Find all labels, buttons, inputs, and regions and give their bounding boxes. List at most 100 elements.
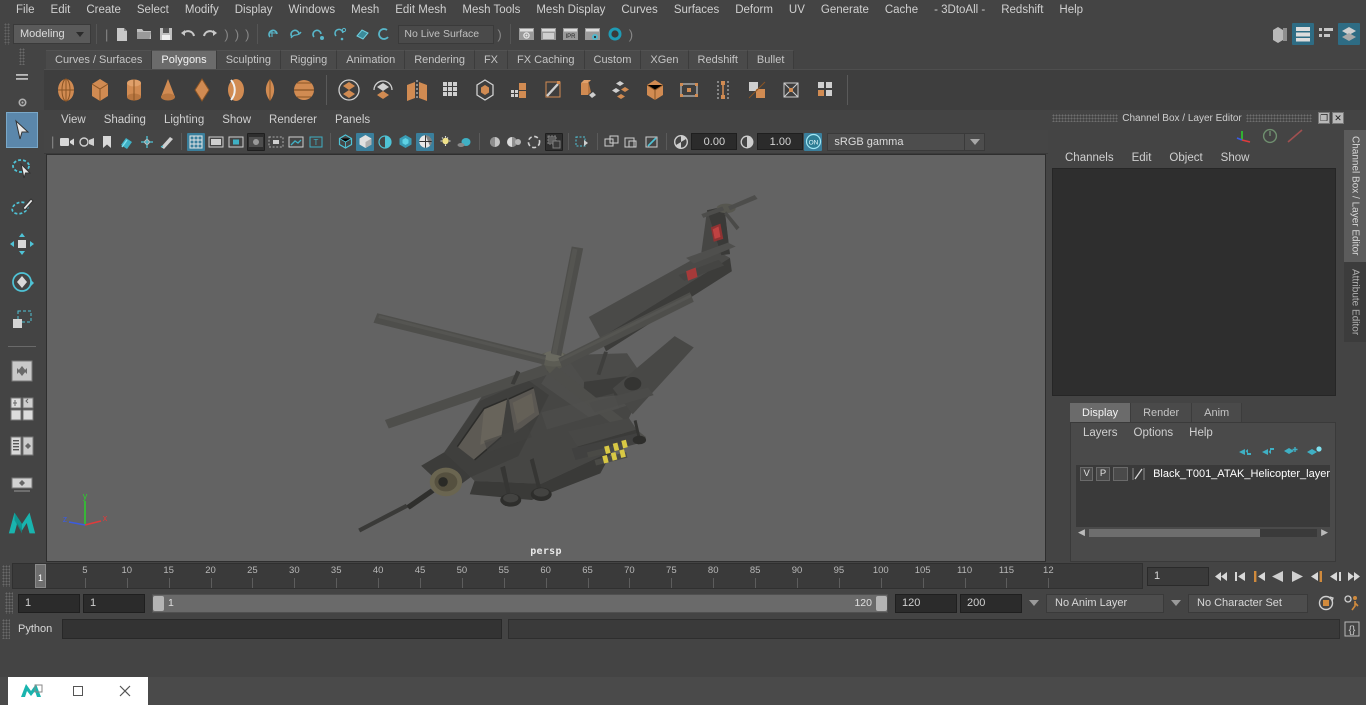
range-start-handle[interactable] — [153, 595, 164, 611]
four-view-layout[interactable] — [6, 391, 38, 427]
bridge-icon[interactable] — [639, 73, 671, 107]
menu-windows[interactable]: Windows — [280, 1, 343, 19]
layer-tab-display[interactable]: Display — [1070, 403, 1132, 422]
redo-icon[interactable] — [199, 23, 221, 45]
menu-redshift[interactable]: Redshift — [993, 1, 1051, 19]
channel-box-menu-edit[interactable]: Edit — [1123, 151, 1161, 165]
polycube-icon[interactable] — [84, 73, 116, 107]
channel-box-attribute-list[interactable] — [1052, 168, 1336, 396]
menu-cache[interactable]: Cache — [877, 1, 926, 19]
panel-grip-right[interactable] — [1245, 114, 1313, 122]
layer-visibility-toggle[interactable]: V — [1080, 466, 1094, 481]
app-close-icon[interactable] — [101, 677, 148, 705]
render-view-icon[interactable] — [516, 23, 538, 45]
scroll-left-arrow-icon[interactable]: ◀ — [1076, 527, 1087, 538]
select-tool[interactable] — [6, 112, 38, 148]
side-tab-attribute-editor[interactable]: Attribute Editor — [1344, 262, 1366, 342]
shelf-tab-redshift[interactable]: Redshift — [688, 50, 748, 69]
separate-icon[interactable] — [367, 73, 399, 107]
use-default-lighting-icon[interactable] — [416, 132, 435, 151]
menu-generate[interactable]: Generate — [813, 1, 877, 19]
shelf-tab-rendering[interactable]: Rendering — [405, 50, 475, 69]
play-backwards-icon[interactable] — [1270, 566, 1286, 586]
scale-tool[interactable] — [6, 302, 38, 338]
live-surface-field[interactable]: No Live Surface — [398, 24, 495, 44]
multicut-icon[interactable] — [537, 73, 569, 107]
camera-attributes-icon[interactable] — [78, 133, 96, 151]
wireframe-icon[interactable] — [336, 133, 354, 151]
command-input-field[interactable] — [62, 619, 502, 639]
xray-joints-icon[interactable] — [603, 133, 621, 151]
multisample-icon[interactable] — [505, 133, 523, 151]
range-slider-grip[interactable] — [5, 592, 13, 614]
playback-start-time-field[interactable]: 1 — [83, 593, 145, 613]
menu-curves[interactable]: Curves — [613, 1, 665, 19]
collapse-bar-icon-2[interactable]: ) — [221, 27, 231, 42]
shelf-tab-sculpting[interactable]: Sculpting — [216, 50, 281, 69]
text-overlay-icon[interactable]: T — [307, 133, 325, 151]
show-hide-attribute-editor-icon[interactable] — [1292, 23, 1314, 45]
layer-list-item[interactable]: V P Black_T001_ATAK_Helicopter_layer — [1076, 465, 1330, 482]
rotate-tool[interactable] — [6, 264, 38, 300]
anim-layer-chevron-down-icon[interactable] — [1029, 600, 1039, 606]
maya-logo-icon[interactable] — [6, 505, 38, 541]
collapse-bar-icon-4[interactable]: ) — [242, 27, 252, 42]
range-slider-bar[interactable]: 1 120 — [152, 593, 888, 613]
side-tab-channel-box-layer-editor[interactable]: Channel Box / Layer Editor — [1344, 130, 1366, 263]
anim-layer-selector[interactable]: No Anim Layer — [1046, 593, 1164, 613]
mirror-icon[interactable] — [401, 73, 433, 107]
shelf-tab-polygons[interactable]: Polygons — [152, 50, 217, 69]
menu-set-selector[interactable]: Modeling — [13, 24, 91, 44]
status-line-grip[interactable] — [4, 23, 10, 45]
animation-start-time-field[interactable]: 1 — [18, 593, 80, 613]
show-hide-modeling-toolkit-icon[interactable] — [1269, 23, 1291, 45]
menu-surfaces[interactable]: Surfaces — [666, 1, 727, 19]
ipr-render-icon[interactable]: IPR — [560, 23, 582, 45]
command-language-label[interactable]: Python — [10, 623, 62, 635]
film-origin-icon[interactable] — [267, 133, 285, 151]
menu-mesh[interactable]: Mesh — [343, 1, 387, 19]
layer-color-swatch-icon[interactable] — [1131, 467, 1147, 481]
shelf-tab-bullet[interactable]: Bullet — [747, 50, 795, 69]
gpu-cache-icon[interactable] — [643, 133, 661, 151]
bevel-icon[interactable] — [605, 73, 637, 107]
target-weld-icon[interactable] — [775, 73, 807, 107]
film-gate-icon[interactable] — [207, 133, 225, 151]
2d-pan-zoom-icon[interactable] — [138, 133, 156, 151]
color-space-chevron-down-icon[interactable] — [965, 132, 986, 151]
animation-preferences-icon[interactable] — [1343, 594, 1363, 612]
render-settings-icon[interactable] — [582, 23, 604, 45]
menu-modify[interactable]: Modify — [177, 1, 227, 19]
exposure-icon[interactable] — [672, 133, 690, 151]
step-forward-frame-icon[interactable] — [1327, 566, 1343, 586]
command-output-field[interactable] — [508, 619, 1340, 639]
collapse-bar-icon[interactable]: | — [102, 27, 111, 42]
polyplatonic-icon[interactable] — [288, 73, 320, 107]
layer-menu-layers[interactable]: Layers — [1075, 426, 1126, 440]
viewport-menu-panels[interactable]: Panels — [326, 113, 379, 127]
layer-tab-render[interactable]: Render — [1131, 403, 1193, 422]
viewport-menu-show[interactable]: Show — [213, 113, 260, 127]
motion-blur-icon[interactable] — [485, 133, 503, 151]
layer-playback-toggle[interactable]: P — [1096, 466, 1110, 481]
snap-view-plane-icon[interactable] — [351, 23, 373, 45]
snap-curve-icon[interactable] — [285, 23, 307, 45]
make-live-icon[interactable] — [373, 23, 395, 45]
render-current-frame-icon[interactable] — [538, 23, 560, 45]
hardware-texturing-icon[interactable] — [396, 133, 414, 151]
step-back-key-icon[interactable] — [1251, 566, 1267, 586]
shelf-grip[interactable] — [19, 48, 25, 66]
menu-deform[interactable]: Deform — [727, 1, 781, 19]
scrollbar-thumb[interactable] — [1088, 528, 1261, 537]
offset-edge-loop-icon[interactable] — [741, 73, 773, 107]
polysphere-icon[interactable] — [50, 73, 82, 107]
shelf-tab-xgen[interactable]: XGen — [641, 50, 689, 69]
boolean-icon[interactable] — [469, 73, 501, 107]
smooth-shade-icon[interactable] — [356, 132, 375, 151]
gamma-field[interactable]: 1.00 — [757, 133, 804, 150]
shelf-tab-fx-caching[interactable]: FX Caching — [508, 50, 585, 69]
append-polygon-icon[interactable] — [673, 73, 705, 107]
insert-edge-loop-icon[interactable] — [707, 73, 739, 107]
menu-select[interactable]: Select — [129, 1, 177, 19]
xray-active-components-icon[interactable] — [623, 133, 641, 151]
